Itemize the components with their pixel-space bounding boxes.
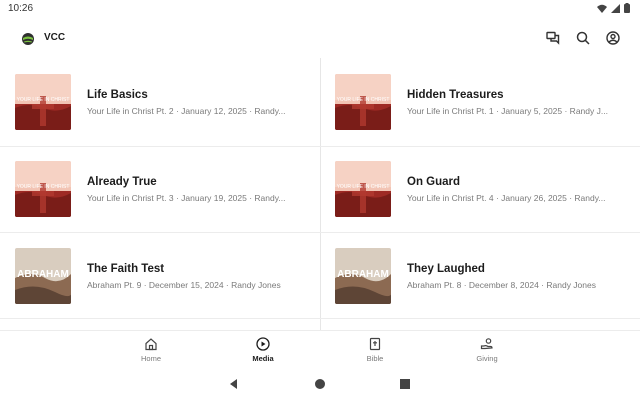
your-life-in-christ-artwork: YOUR LIFE IN CHRIST [335, 74, 391, 130]
nav-home[interactable]: Home [121, 337, 181, 363]
media-title: Life Basics [87, 89, 148, 101]
back-icon[interactable] [227, 377, 241, 391]
nav-label: Giving [476, 354, 498, 363]
nav-bible[interactable]: Bible [345, 337, 405, 363]
nav-label: Home [140, 354, 161, 363]
media-title: Already True [87, 176, 157, 188]
recents-square-icon[interactable] [398, 377, 412, 391]
header-actions [544, 29, 622, 47]
wifi-icon [597, 4, 607, 13]
media-item-life-basics[interactable]: YOUR LIFE IN CHRIST Life Basics Your Lif… [0, 58, 310, 145]
media-subtitle: Your Life in Christ Pt. 4 · January 26, … [407, 193, 606, 203]
media-item-already-true[interactable]: YOUR LIFE IN CHRIST Already True Your Li… [0, 145, 310, 232]
artwork-title: ABRAHAM [337, 269, 389, 280]
status-icons [597, 3, 630, 13]
abraham-artwork: ABRAHAM [15, 248, 71, 304]
bottom-nav: Home Media Bible Giving [0, 330, 640, 368]
media-item-they-laughed[interactable]: ABRAHAM They Laughed Abraham Pt. 8 · Dec… [320, 232, 630, 319]
artwork-title: YOUR LIFE IN CHRIST [337, 184, 390, 190]
media-title: Hidden Treasures [407, 89, 504, 101]
nav-giving[interactable]: Giving [457, 337, 517, 363]
chat-icon[interactable] [544, 29, 562, 47]
home-circle-icon[interactable] [313, 377, 327, 391]
media-subtitle: Abraham Pt. 9 · December 15, 2024 · Rand… [87, 280, 281, 290]
media-item-hidden-treasures[interactable]: YOUR LIFE IN CHRIST Hidden Treasures You… [320, 58, 630, 145]
your-life-in-christ-artwork: YOUR LIFE IN CHRIST [335, 161, 391, 217]
bible-icon [369, 337, 381, 351]
artwork-title: YOUR LIFE IN CHRIST [337, 97, 390, 103]
media-subtitle: Abraham Pt. 8 · December 8, 2024 · Randy… [407, 280, 596, 290]
nav-label: Bible [366, 354, 384, 363]
battery-icon [624, 3, 630, 13]
app-header: VCC [0, 24, 640, 52]
nav-label: Media [252, 354, 274, 363]
your-life-in-christ-artwork: YOUR LIFE IN CHRIST [15, 161, 71, 217]
media-title: On Guard [407, 176, 461, 188]
globe-logo-icon[interactable] [22, 32, 34, 45]
play-circle-icon [256, 337, 270, 351]
system-nav-bar [0, 368, 640, 400]
media-subtitle: Your Life in Christ Pt. 2 · January 12, … [87, 106, 286, 116]
status-time: 10:26 [8, 3, 34, 14]
abraham-artwork: ABRAHAM [335, 248, 391, 304]
media-item-on-guard[interactable]: YOUR LIFE IN CHRIST On Guard Your Life i… [320, 145, 630, 232]
artwork-title: YOUR LIFE IN CHRIST [17, 97, 70, 103]
media-title: They Laughed [407, 263, 485, 275]
search-icon[interactable] [574, 29, 592, 47]
media-subtitle: Your Life in Christ Pt. 1 · January 5, 2… [407, 106, 608, 116]
signal-icon [611, 3, 620, 13]
artwork-title: ABRAHAM [17, 269, 69, 280]
home-icon [145, 338, 157, 351]
artwork-title: YOUR LIFE IN CHRIST [17, 184, 70, 190]
media-subtitle: Your Life in Christ Pt. 3 · January 19, … [87, 193, 286, 203]
app-name: VCC [44, 32, 66, 43]
giving-hand-icon [480, 338, 493, 350]
media-item-the-faith-test[interactable]: ABRAHAM The Faith Test Abraham Pt. 9 · D… [0, 232, 310, 319]
your-life-in-christ-artwork: YOUR LIFE IN CHRIST [15, 74, 71, 130]
media-list: YOUR LIFE IN CHRIST Life Basics Your Lif… [0, 58, 640, 330]
nav-media[interactable]: Media [233, 337, 293, 363]
media-title: The Faith Test [87, 263, 165, 275]
status-bar: 10:26 [0, 0, 640, 18]
account-icon[interactable] [604, 29, 622, 47]
